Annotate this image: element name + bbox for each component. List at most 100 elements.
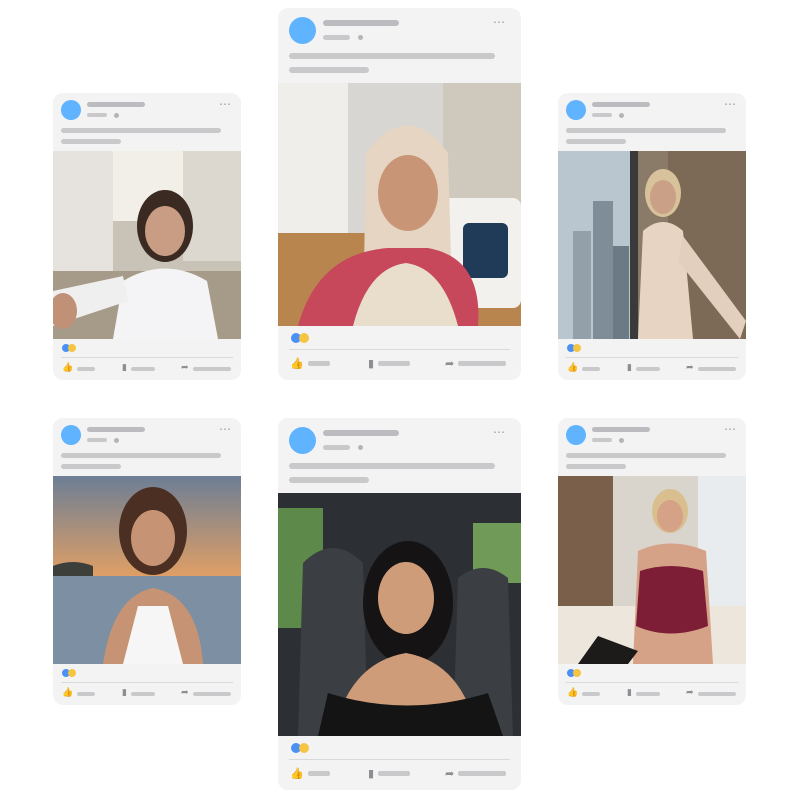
like-button[interactable]: 👍: [567, 363, 601, 373]
divider: [566, 682, 738, 683]
like-icon: 👍: [62, 688, 74, 698]
like-icon: 👍: [567, 688, 579, 698]
like-icon: 👍: [290, 767, 304, 780]
comment-button[interactable]: ▮: [368, 357, 411, 370]
love-reaction-icon[interactable]: [68, 344, 76, 352]
like-button[interactable]: 👍: [567, 688, 601, 698]
caption-line: [566, 139, 626, 144]
share-icon: ➦: [445, 357, 455, 370]
divider: [61, 357, 233, 358]
post-photo[interactable]: [278, 83, 521, 326]
more-options-icon[interactable]: ⋯: [724, 98, 737, 110]
comment-icon: ▮: [122, 688, 127, 698]
post-card: ⋯ 👍 ▮ ➦: [53, 93, 241, 380]
comment-icon: ▮: [368, 357, 375, 370]
author-name-placeholder[interactable]: [592, 427, 650, 432]
love-reaction-icon[interactable]: [573, 669, 581, 677]
author-name-placeholder[interactable]: [87, 427, 145, 432]
caption-line: [289, 67, 369, 73]
share-button[interactable]: ➦: [181, 689, 231, 698]
share-icon: ➦: [686, 688, 694, 698]
share-icon: ➦: [686, 363, 694, 373]
comment-icon: ▮: [122, 363, 127, 373]
like-button[interactable]: 👍: [290, 767, 330, 780]
like-button[interactable]: 👍: [290, 357, 330, 370]
like-button[interactable]: 👍: [62, 363, 96, 373]
comment-icon: ▮: [368, 767, 375, 780]
share-button[interactable]: ➦: [445, 768, 507, 779]
comment-button[interactable]: ▮: [627, 689, 660, 698]
more-options-icon[interactable]: ⋯: [493, 16, 506, 28]
comment-button[interactable]: ▮: [122, 689, 155, 698]
author-name-placeholder[interactable]: [592, 102, 650, 107]
privacy-icon: [619, 438, 624, 443]
avatar[interactable]: [566, 425, 586, 445]
privacy-icon: [619, 113, 624, 118]
post-footer: 👍 ▮ ➦: [278, 736, 521, 790]
post-card: ⋯ 👍 ▮ ➦: [558, 418, 746, 705]
like-icon: 👍: [62, 363, 74, 373]
share-icon: ➦: [181, 363, 189, 373]
timestamp-placeholder: [323, 35, 350, 40]
caption-line: [61, 453, 221, 458]
caption-line: [566, 453, 726, 458]
caption-line: [61, 139, 121, 144]
like-button[interactable]: 👍: [62, 688, 96, 698]
avatar[interactable]: [289, 427, 316, 454]
share-button[interactable]: ➦: [686, 364, 736, 373]
author-name-placeholder[interactable]: [323, 430, 399, 436]
post-footer: 👍 ▮ ➦: [53, 339, 241, 380]
privacy-icon: [358, 445, 363, 450]
like-icon: 👍: [567, 363, 579, 373]
caption-line: [566, 464, 626, 469]
caption-line: [61, 128, 221, 133]
timestamp-placeholder: [592, 438, 612, 442]
avatar[interactable]: [566, 100, 586, 120]
post-card: ⋯ 👍 ▮ ➦: [53, 418, 241, 705]
caption-line: [289, 463, 495, 469]
share-button[interactable]: ➦: [445, 357, 507, 370]
caption-line: [289, 477, 369, 483]
avatar[interactable]: [289, 17, 316, 44]
comment-button[interactable]: ▮: [627, 364, 660, 373]
post-photo[interactable]: [53, 476, 241, 664]
author-name-placeholder[interactable]: [323, 20, 399, 26]
divider: [289, 759, 510, 760]
timestamp-placeholder: [323, 445, 350, 450]
divider: [566, 357, 738, 358]
post-footer: 👍 ▮ ➦: [53, 664, 241, 705]
love-reaction-icon[interactable]: [299, 743, 309, 753]
caption-line: [566, 128, 726, 133]
timestamp-placeholder: [87, 113, 107, 117]
more-options-icon[interactable]: ⋯: [219, 98, 232, 110]
comment-button[interactable]: ▮: [122, 364, 155, 373]
comment-icon: ▮: [627, 688, 632, 698]
more-options-icon[interactable]: ⋯: [724, 423, 737, 435]
share-button[interactable]: ➦: [181, 364, 231, 373]
post-footer: 👍 ▮ ➦: [558, 664, 746, 705]
privacy-icon: [114, 113, 119, 118]
post-photo[interactable]: [278, 493, 521, 736]
post-photo[interactable]: [558, 476, 746, 664]
post-photo[interactable]: [53, 151, 241, 339]
timestamp-placeholder: [592, 113, 612, 117]
comment-button[interactable]: ▮: [368, 767, 411, 780]
privacy-icon: [114, 438, 119, 443]
more-options-icon[interactable]: ⋯: [219, 423, 232, 435]
share-button[interactable]: ➦: [686, 689, 736, 698]
post-photo[interactable]: [558, 151, 746, 339]
post-card: ⋯ 👍 ▮ ➦: [558, 93, 746, 380]
post-card: ⋯ 👍 ▮ ➦: [278, 8, 521, 380]
caption-line: [61, 464, 121, 469]
post-card: ⋯ 👍 ▮ ➦: [278, 418, 521, 790]
caption-line: [289, 53, 495, 59]
love-reaction-icon[interactable]: [68, 669, 76, 677]
more-options-icon[interactable]: ⋯: [493, 426, 506, 438]
love-reaction-icon[interactable]: [573, 344, 581, 352]
avatar[interactable]: [61, 100, 81, 120]
author-name-placeholder[interactable]: [87, 102, 145, 107]
like-icon: 👍: [290, 357, 304, 370]
avatar[interactable]: [61, 425, 81, 445]
love-reaction-icon[interactable]: [299, 333, 309, 343]
share-icon: ➦: [181, 688, 189, 698]
